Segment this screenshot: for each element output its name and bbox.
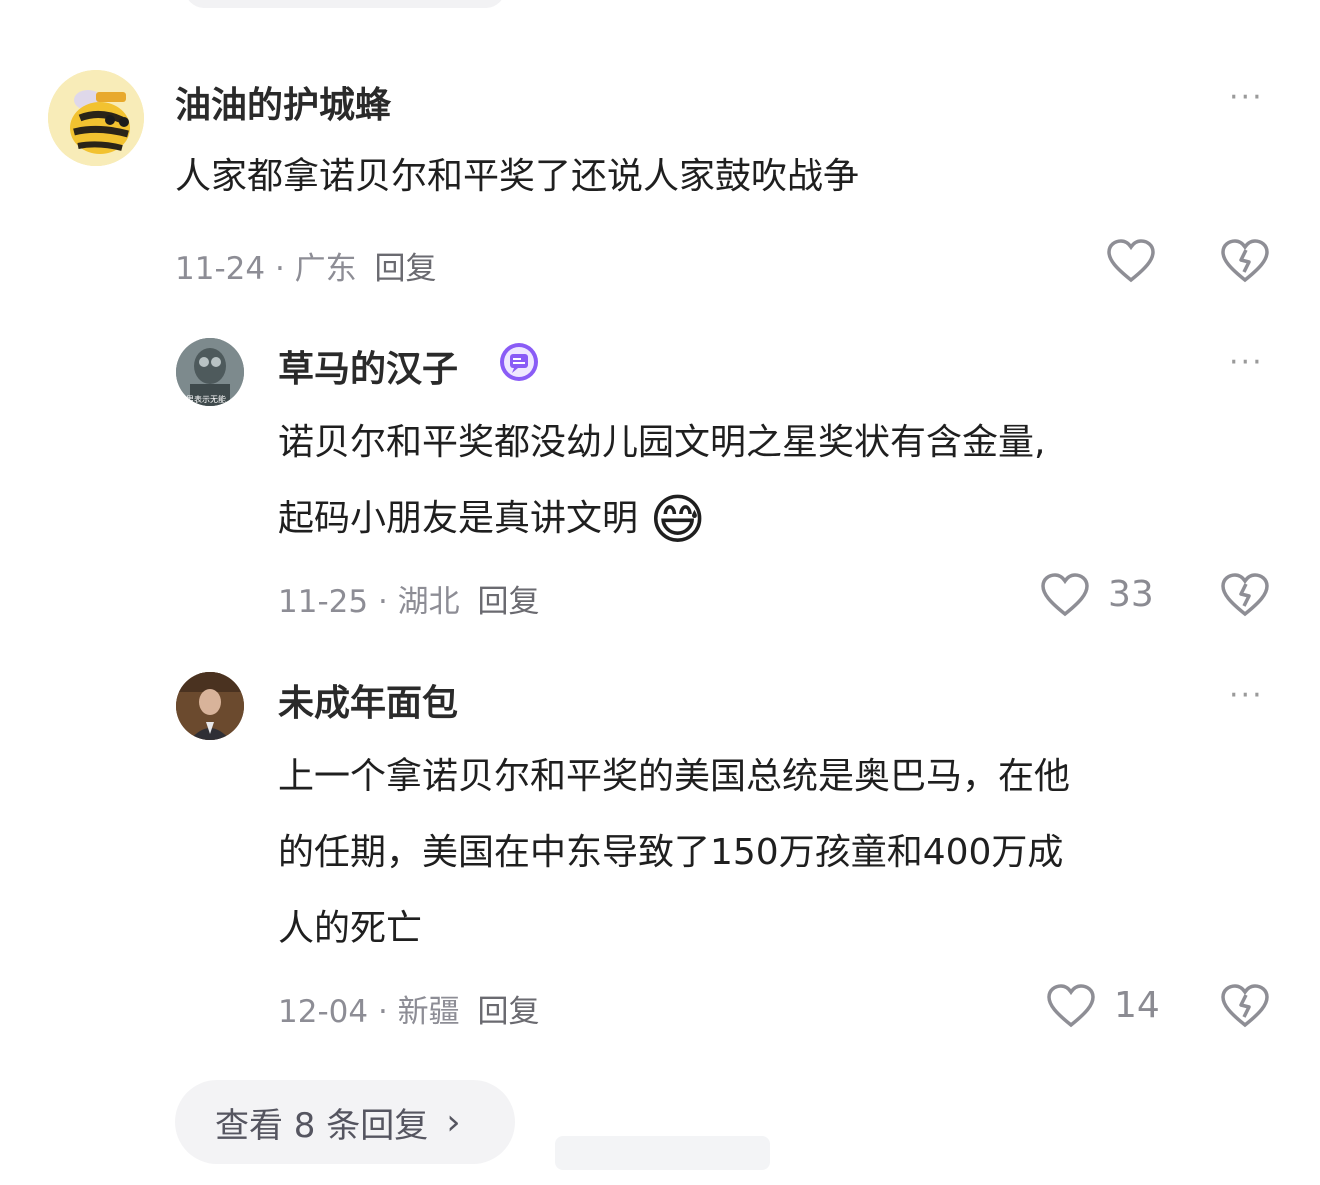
comment-text-span: 起码小朋友是真讲文明 [278,498,639,539]
chat-badge-icon [500,343,538,381]
comment-text: 人家都拿诺贝尔和平奖了还说人家鼓吹战争 [175,156,860,197]
comment-date: 11-24 [175,251,266,287]
comment-text-line: 诺贝尔和平奖都没幼儿园文明之星奖状有含金量, [278,422,1046,463]
comment-date: 12-04 [278,994,369,1030]
dislike-broken-heart-icon[interactable] [1220,983,1270,1029]
more-options-icon[interactable]: ··· [1229,678,1264,713]
comment-meta: 11-25 · 湖北 回复 [278,576,540,621]
username[interactable]: 未成年面包 [278,674,458,726]
like-count: 14 [1114,985,1160,1026]
reply-button[interactable]: 回复 [478,994,540,1030]
previous-item-pill [185,0,505,8]
comment-date: 11-25 [278,584,369,620]
separator: · [274,251,285,287]
separator: · [377,584,388,620]
comment-text-line: 的任期，美国在中东导致了150万孩童和400万成 [278,832,1064,873]
bee-avatar-icon [48,70,144,166]
like-heart-icon[interactable] [1046,983,1096,1029]
comment-meta: 12-04 · 新疆 回复 [278,986,540,1031]
username[interactable]: 油油的护城蜂 [175,76,391,128]
more-options-icon[interactable]: ··· [1229,80,1264,115]
view-replies-button[interactable]: 查看 8 条回复 › [175,1080,515,1164]
avatar[interactable]: 男表示无能 [176,338,244,406]
comment-location: 新疆 [397,994,460,1030]
reply-button[interactable]: 回复 [375,251,437,287]
comment-text-line: 人的死亡 [278,908,423,949]
avatar[interactable] [48,70,144,166]
comment-location: 广东 [294,251,357,287]
dislike-broken-heart-icon[interactable] [1220,238,1270,284]
like-heart-icon[interactable] [1040,572,1090,618]
like-heart-icon[interactable] [1106,238,1156,284]
sweat-smile-emoji-icon: 😅 [649,488,706,551]
dislike-broken-heart-icon[interactable] [1220,572,1270,618]
reply-button[interactable]: 回复 [478,584,540,620]
avatar-caption: 男表示无能 [186,395,226,404]
comment-meta: 11-24 · 广东 回复 [175,243,437,288]
comment-text-line: 起码小朋友是真讲文明 😅 [278,480,706,559]
view-replies-label: 查看 8 条回复 [215,1105,429,1146]
comment-location: 湖北 [397,584,460,620]
username[interactable]: 草马的汉子 [278,340,458,392]
comment-text-line: 上一个拿诺贝尔和平奖的美国总统是奥巴马，在他 [278,756,1071,797]
more-options-icon[interactable]: ··· [1229,345,1264,380]
person-avatar-icon [176,672,244,740]
avatar[interactable] [176,672,244,740]
separator: · [377,994,388,1030]
chevron-right-icon: › [446,1101,461,1143]
watermark [555,1136,770,1170]
like-count: 33 [1108,574,1154,615]
